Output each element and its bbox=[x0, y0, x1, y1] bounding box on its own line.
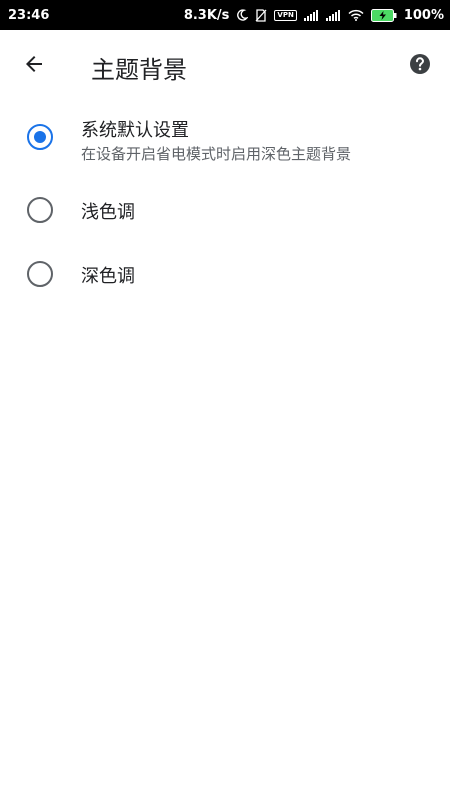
moon-icon bbox=[236, 9, 249, 21]
wifi-icon bbox=[348, 9, 364, 21]
signal-icon-1 bbox=[303, 9, 319, 21]
status-time: 23:46 bbox=[8, 7, 50, 23]
option-label: 深色调 bbox=[81, 266, 135, 287]
app-bar: 主题背景 bbox=[0, 30, 450, 102]
vpn-icon: VPN bbox=[274, 9, 297, 21]
status-icons: 8.3K/s VPN 100% bbox=[184, 8, 444, 23]
option-system-default[interactable]: 系统默认设置 在设备开启省电模式时启用深色主题背景 bbox=[0, 102, 450, 174]
option-light[interactable]: 浅色调 bbox=[0, 174, 450, 238]
theme-options: 系统默认设置 在设备开启省电模式时启用深色主题背景 浅色调 深色调 bbox=[0, 102, 450, 302]
battery-icon bbox=[370, 8, 397, 22]
page-title: 主题背景 bbox=[91, 56, 187, 84]
no-sim-icon bbox=[255, 8, 267, 22]
option-sublabel: 在设备开启省电模式时启用深色主题背景 bbox=[81, 145, 352, 163]
net-speed: 8.3K/s bbox=[183, 7, 230, 23]
arrow-back-icon bbox=[22, 52, 46, 80]
radio-button-selected[interactable] bbox=[27, 124, 53, 150]
signal-icon-2 bbox=[325, 9, 341, 21]
radio-button[interactable] bbox=[27, 261, 53, 287]
radio-button[interactable] bbox=[27, 197, 53, 223]
option-label: 系统默认设置 bbox=[81, 120, 189, 141]
status-bar: 23:46 8.3K/s VPN 100% bbox=[0, 0, 450, 30]
back-button[interactable] bbox=[16, 48, 52, 84]
option-label: 浅色调 bbox=[81, 202, 135, 223]
help-icon bbox=[409, 53, 431, 79]
battery-percent: 100% bbox=[403, 7, 444, 23]
option-dark[interactable]: 深色调 bbox=[0, 238, 450, 302]
help-button[interactable] bbox=[406, 52, 434, 80]
